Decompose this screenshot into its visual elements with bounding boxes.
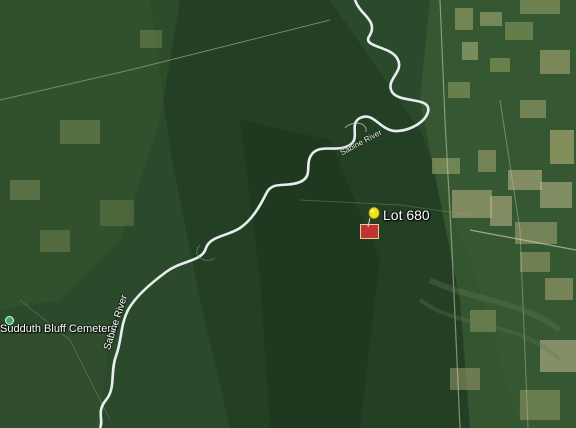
- pushpin-icon[interactable]: [366, 206, 380, 228]
- terrain-imagery: [0, 0, 576, 428]
- lot-placemark-label[interactable]: Lot 680: [383, 207, 430, 223]
- cemetery-placemark-label[interactable]: Sudduth Bluff Cemetery: [0, 323, 117, 335]
- satellite-map[interactable]: Lot 680 Sudduth Bluff Cemetery Sabine Ri…: [0, 0, 576, 428]
